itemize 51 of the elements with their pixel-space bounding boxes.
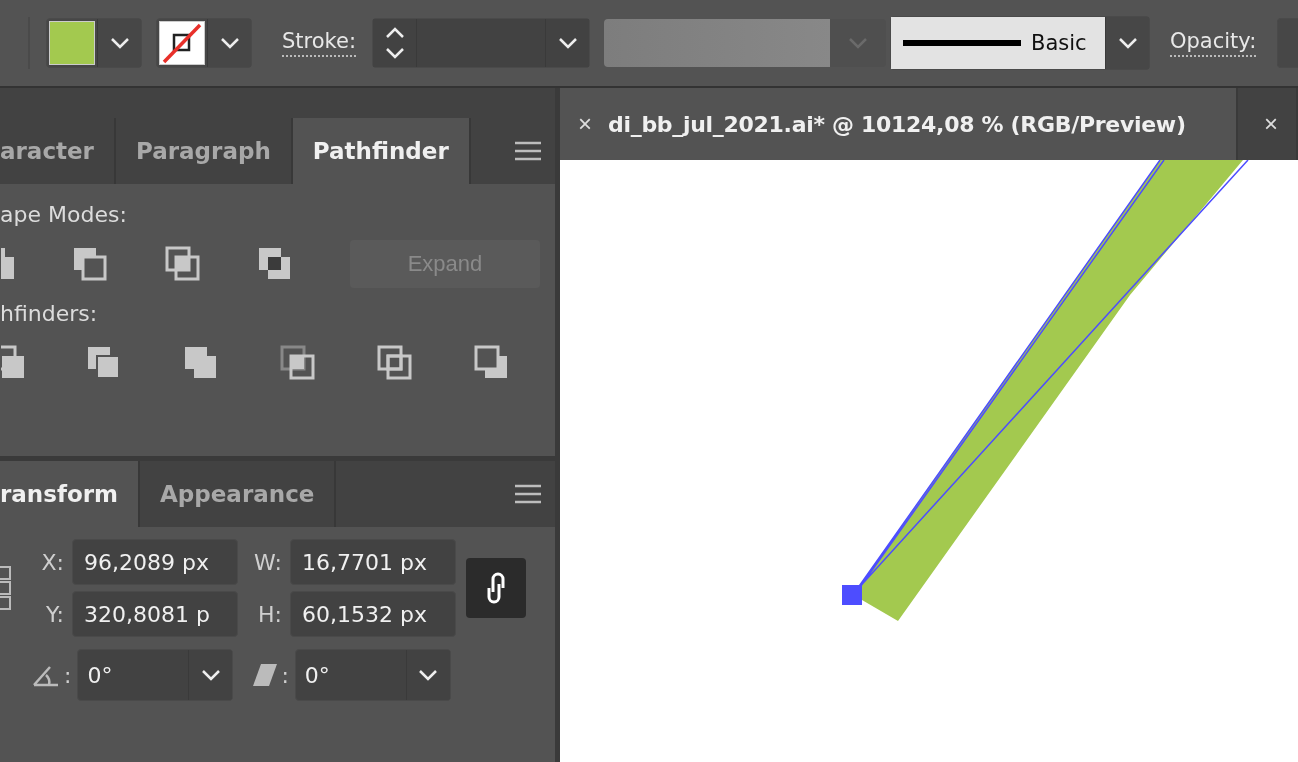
menu-icon[interactable]: [515, 141, 541, 161]
shear-icon: [253, 664, 278, 686]
shape-mode-icon: [164, 246, 201, 282]
fill-swatch[interactable]: [49, 21, 95, 65]
stepper-button[interactable]: [373, 19, 417, 67]
menu-icon[interactable]: [515, 484, 541, 504]
stroke-weight-dropdown[interactable]: [545, 19, 589, 67]
shape-mode-icon: [0, 246, 15, 282]
constrain-proportions-button[interactable]: [466, 558, 526, 618]
section-label: ape Modes:: [0, 202, 127, 227]
coordinate-field[interactable]: 96,2089 px: [72, 539, 238, 585]
chevron-down-icon: [557, 37, 578, 49]
close-button[interactable]: ×: [1264, 110, 1278, 138]
panel-tab[interactable]: aracter: [0, 118, 116, 184]
document-tab[interactable]: ×: [1264, 88, 1298, 160]
variable-width-profile-dropdown[interactable]: [604, 19, 886, 67]
chevron-down-icon: [219, 37, 240, 49]
coordinate-field[interactable]: 16,7701 px: [290, 539, 456, 585]
up-down-arrows-icon: [384, 26, 405, 60]
reference-point-icon[interactable]: [0, 565, 12, 611]
document-title: di_bb_jul_2021.ai* @ 10124,08 % (RGB/Preview): [608, 111, 1186, 137]
field-label: :: [64, 662, 72, 688]
stroke-label[interactable]: Stroke:: [282, 29, 356, 57]
shape-mode-icon: [71, 246, 108, 282]
pathfinder-icon: [377, 345, 413, 381]
coordinate-field[interactable]: 60,1532 px: [290, 591, 456, 637]
panel-tab[interactable]: Pathfinder: [292, 118, 471, 184]
field-label: W:: [253, 549, 283, 575]
section-label: hfinders:: [0, 301, 98, 326]
opacity-label[interactable]: Opacity:: [1170, 29, 1257, 57]
panel-tab[interactable]: ransform: [0, 461, 141, 527]
pathfinder-button[interactable]: [279, 344, 317, 382]
stroke-weight-field[interactable]: [372, 18, 590, 68]
shape-mode-button[interactable]: [71, 245, 109, 283]
pathfinder-icon: [280, 345, 316, 381]
document-tab[interactable]: × di_bb_jul_2021.ai* @ 10124,08 % (RGB/Preview): [560, 88, 1238, 160]
pathfinder-button[interactable]: [376, 344, 414, 382]
no-stroke-swatch[interactable]: [159, 21, 205, 65]
link-icon: [485, 570, 507, 606]
pathfinder-icon: [1, 345, 25, 381]
chevron-down-icon: [109, 37, 130, 49]
pathfinder-icon: [474, 345, 510, 381]
field-label: X:: [40, 549, 65, 575]
coordinate-field[interactable]: 320,8081 p: [72, 591, 238, 637]
field-label: Y:: [45, 601, 65, 627]
field-label: :: [281, 662, 289, 688]
shape-mode-button[interactable]: [164, 245, 202, 283]
close-button[interactable]: ×: [578, 110, 592, 138]
pathfinder-icon: [183, 345, 219, 381]
field-label: H:: [257, 601, 283, 627]
chevron-down-icon: [848, 37, 868, 49]
